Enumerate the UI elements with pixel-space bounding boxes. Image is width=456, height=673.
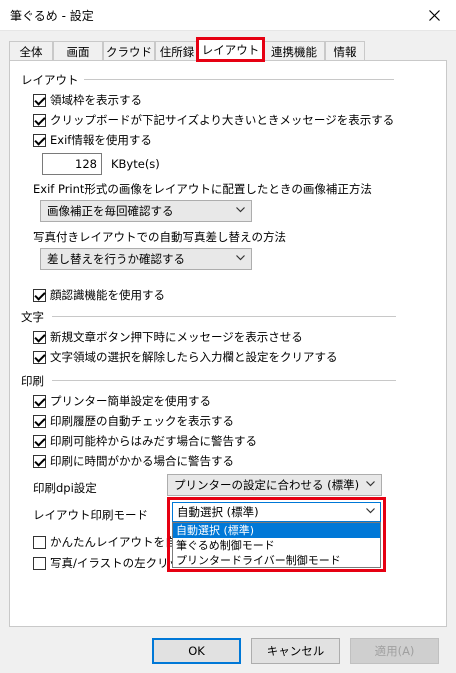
title-bar: 筆ぐるめ - 設定 [0, 0, 456, 31]
chevron-down-icon [236, 207, 245, 213]
auto-check-history-checkbox[interactable]: 印刷履歴の自動チェックを表示する [33, 413, 234, 429]
exif-print-select[interactable]: 画像補正を毎回確認する [40, 200, 252, 222]
section-print-heading: 印刷 [21, 374, 44, 388]
warn-long-time-checkbox[interactable]: 印刷に時間がかかる場合に警告する [33, 453, 234, 469]
print-dpi-label: 印刷dpi設定 [33, 481, 97, 495]
checkbox-checked [33, 330, 46, 344]
close-button[interactable] [412, 0, 456, 31]
use-exif-checkbox[interactable]: Exif情報を使用する [33, 132, 152, 148]
option-printer-driver-control[interactable]: プリンタードライバー制御モード [173, 553, 380, 568]
clipboard-size-input[interactable]: 128 [42, 153, 102, 175]
tab-integration[interactable]: 連携機能 [263, 41, 325, 61]
easy-layout-auto-checkbox[interactable]: かんたんレイアウトを自動 [33, 534, 188, 550]
section-divider [52, 380, 396, 381]
cancel-button[interactable]: キャンセル [251, 638, 340, 664]
warn-outside-area-checkbox[interactable]: 印刷可能枠からはみだす場合に警告する [33, 433, 257, 449]
window-title: 筆ぐるめ - 設定 [10, 9, 94, 23]
checkbox-checked [33, 113, 46, 127]
layout-print-mode-options: 自動選択 (標準) 筆ぐるめ制御モード プリンタードライバー制御モード [172, 522, 381, 568]
show-area-frame-checkbox[interactable]: 領域枠を表示する [33, 92, 142, 108]
tab-layout[interactable]: レイアウト [196, 37, 265, 62]
exif-print-label: Exif Print形式の画像をレイアウトに配置したときの画像補正方法 [33, 182, 372, 196]
checkbox-checked [33, 350, 46, 364]
new-text-message-checkbox[interactable]: 新規文章ボタン押下時にメッセージを表示させる [33, 329, 303, 345]
layout-print-mode-select[interactable]: 自動選択 (標準) [172, 502, 381, 522]
size-unit-label: KByte(s) [111, 157, 160, 171]
option-auto-select[interactable]: 自動選択 (標準) [173, 523, 380, 538]
section-divider [84, 79, 394, 80]
clear-input-settings-checkbox[interactable]: 文字領域の選択を解除したら入力欄と設定をクリアする [33, 349, 338, 365]
close-icon [428, 10, 440, 21]
checkbox-checked [33, 288, 46, 302]
layout-print-mode-label: レイアウト印刷モード [33, 508, 148, 522]
chevron-down-icon [236, 255, 245, 261]
tab-address-book[interactable]: 住所録 [155, 41, 199, 61]
checkbox-checked [33, 394, 46, 408]
option-fudegurume-control[interactable]: 筆ぐるめ制御モード [173, 538, 380, 553]
checkbox-checked [33, 454, 46, 468]
section-layout-heading: レイアウト [21, 73, 79, 87]
tab-screen[interactable]: 画面 [53, 41, 103, 61]
chevron-down-icon [366, 508, 375, 514]
section-divider [52, 316, 396, 317]
photo-replace-select[interactable]: 差し替えを行うか確認する [40, 248, 252, 270]
ok-button[interactable]: OK [152, 638, 241, 664]
tab-info[interactable]: 情報 [325, 41, 365, 61]
checkbox-unchecked [33, 535, 46, 549]
face-recognition-checkbox[interactable]: 顔認識機能を使用する [33, 287, 165, 303]
chevron-down-icon [366, 481, 375, 487]
tab-cloud[interactable]: クラウド [103, 41, 155, 61]
checkbox-checked [33, 414, 46, 428]
checkbox-unchecked [33, 556, 46, 570]
photo-replace-label: 写真付きレイアウトでの自動写真差し替えの方法 [33, 230, 286, 244]
checkbox-checked [33, 133, 46, 147]
print-dpi-select[interactable]: プリンターの設定に合わせる (標準) [167, 474, 382, 496]
section-text-heading: 文字 [21, 310, 44, 324]
clipboard-message-checkbox[interactable]: クリップボードが下記サイズより大きいときメッセージを表示する [33, 112, 394, 128]
apply-button[interactable]: 適用(A) [350, 638, 439, 664]
tab-general[interactable]: 全体 [9, 41, 53, 61]
checkbox-checked [33, 93, 46, 107]
simple-printer-checkbox[interactable]: プリンター簡単設定を使用する [33, 393, 211, 409]
checkbox-checked [33, 434, 46, 448]
tab-strip: 全体 画面 クラウド 住所録 レイアウト 連携機能 情報 [9, 37, 449, 62]
